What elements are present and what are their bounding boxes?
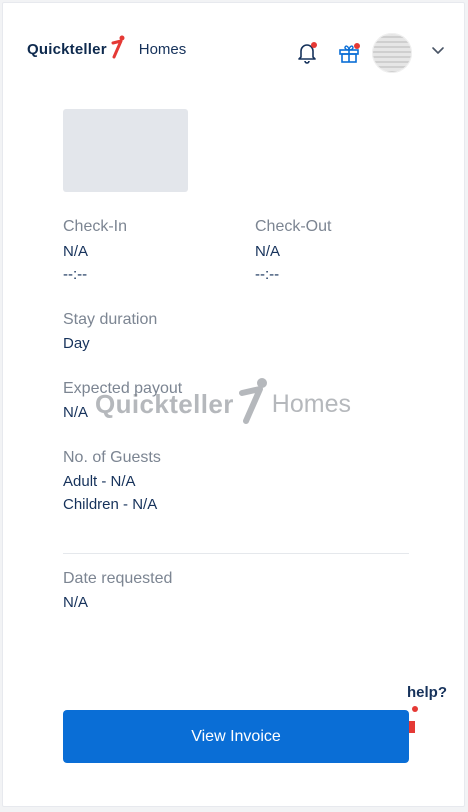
check-out-time: --:--	[255, 266, 280, 283]
brand-name: Quickteller	[27, 40, 107, 58]
brand-mark-icon	[111, 35, 125, 59]
help-widget-text[interactable]: help?	[407, 684, 447, 701]
stay-duration-label: Stay duration	[63, 311, 158, 328]
help-widget-tab[interactable]	[409, 721, 415, 733]
date-requested-label: Date requested	[63, 570, 173, 587]
gift-icon[interactable]	[337, 41, 361, 65]
check-in-label: Check-In	[63, 218, 128, 235]
watermark-subtitle: Homes	[271, 389, 351, 418]
brand-subtitle: Homes	[138, 40, 187, 58]
property-image-placeholder	[63, 109, 188, 192]
date-requested-value: N/A	[63, 594, 89, 611]
view-invoice-button[interactable]: View Invoice	[63, 710, 409, 763]
guests-adult: Adult - N/A	[63, 473, 136, 490]
booking-detail-card: Quickteller Homes Check-In N/A --:-- Che…	[2, 2, 465, 807]
check-in-date: N/A	[63, 243, 89, 260]
help-widget-dot	[412, 706, 418, 712]
check-in-time: --:--	[63, 266, 88, 283]
top-bar: Quickteller Homes	[3, 3, 464, 103]
stay-duration-value: Day	[63, 335, 90, 352]
expected-payout-value: N/A	[63, 404, 89, 421]
check-out-label: Check-Out	[255, 218, 332, 235]
bell-icon[interactable]	[295, 40, 319, 64]
page: Quickteller Homes Check-In N/A --:-- Che…	[0, 0, 468, 812]
brand-logo[interactable]: Quickteller Homes	[27, 35, 187, 59]
section-divider	[63, 553, 409, 554]
guests-label: No. of Guests	[63, 449, 161, 466]
chevron-down-icon[interactable]	[431, 46, 445, 56]
check-out-date: N/A	[255, 243, 281, 260]
expected-payout-label: Expected payout	[63, 380, 183, 397]
watermark-mark-icon	[238, 378, 267, 424]
guests-children: Children - N/A	[63, 496, 158, 513]
avatar[interactable]	[372, 33, 412, 73]
